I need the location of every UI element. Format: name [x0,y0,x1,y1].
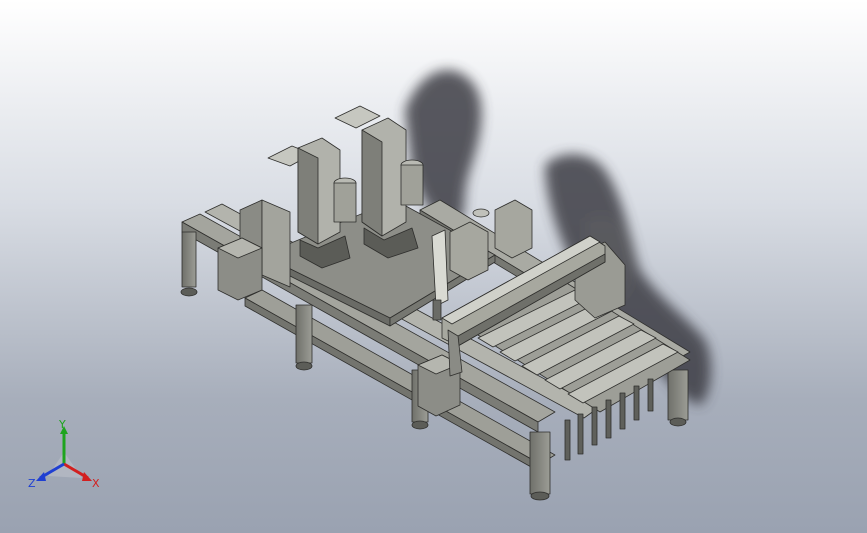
coordinate-triad[interactable]: Y X Z [28,418,100,490]
z-axis-label: Z [28,477,36,490]
model-viewport[interactable]: Y X Z [0,0,867,533]
y-axis-label: Y [58,418,66,431]
x-axis-arrow [82,472,92,481]
x-axis-label: X [92,477,100,490]
z-axis-arrow [36,472,46,481]
